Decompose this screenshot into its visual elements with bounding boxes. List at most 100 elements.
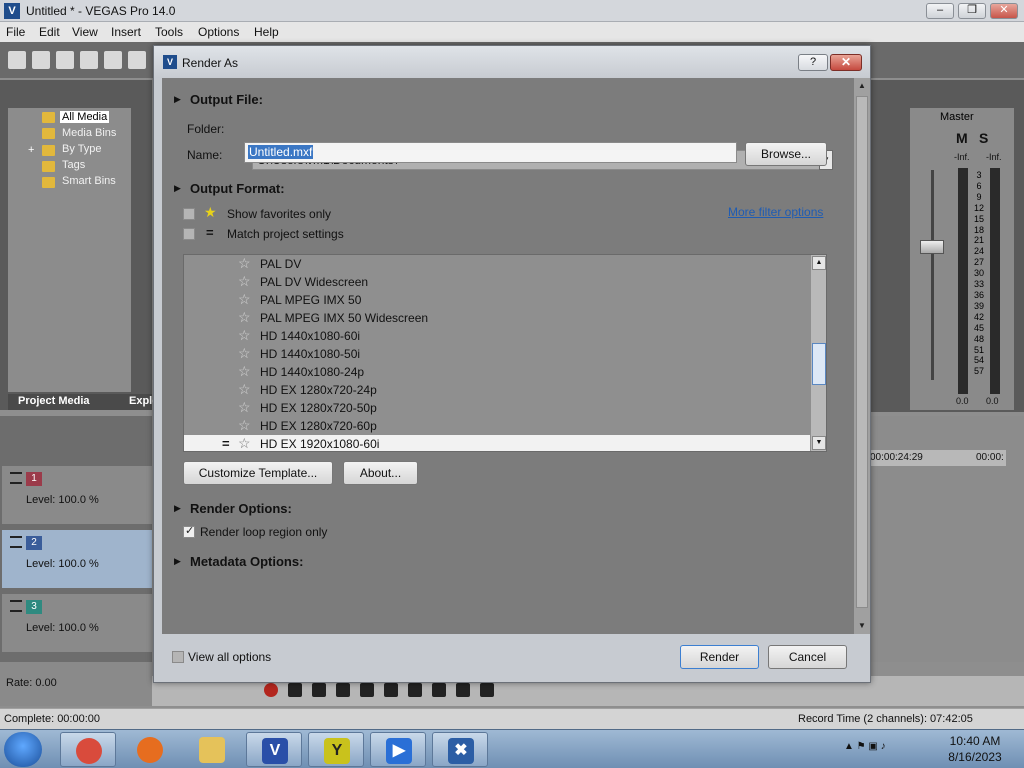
- tree-item-tags[interactable]: Tags: [62, 159, 85, 171]
- minimize-button[interactable]: –: [926, 3, 954, 19]
- menu-help[interactable]: Help: [254, 25, 279, 39]
- tray-icons[interactable]: ▲ ⚑ ▣ ♪: [844, 741, 886, 752]
- match-project-checkbox[interactable]: [183, 228, 195, 240]
- favorite-star-icon[interactable]: ☆: [238, 273, 251, 290]
- collapse-caret-icon[interactable]: ▶: [174, 94, 181, 105]
- tree-item-media-bins[interactable]: Media Bins: [62, 127, 116, 139]
- tree-item-all-media[interactable]: All Media: [60, 111, 110, 123]
- template-row[interactable]: ☆ HD 1440x1080-60i: [184, 327, 810, 345]
- scroll-down-icon[interactable]: ▼: [812, 436, 826, 450]
- cancel-button[interactable]: Cancel: [768, 645, 847, 669]
- master-fader[interactable]: [920, 240, 944, 254]
- template-row[interactable]: ☆ PAL MPEG IMX 50 Widescreen: [184, 309, 810, 327]
- start-button[interactable]: [4, 732, 42, 767]
- mute-button[interactable]: M: [956, 130, 968, 146]
- track-menu-icon[interactable]: [10, 600, 22, 612]
- collapse-caret-icon[interactable]: ▶: [174, 556, 181, 567]
- menu-edit[interactable]: Edit: [39, 25, 60, 39]
- menu-insert[interactable]: Insert: [111, 25, 141, 39]
- template-row[interactable]: ☆ HD 1440x1080-50i: [184, 345, 810, 363]
- customize-template-button[interactable]: Customize Template...: [183, 461, 333, 485]
- taskbar-app-vegas-y[interactable]: Y: [308, 732, 364, 767]
- favorite-star-icon[interactable]: ☆: [238, 417, 251, 434]
- track-header[interactable]: 3 Level: 100.0 %: [2, 594, 152, 652]
- next-frame-icon[interactable]: [432, 683, 446, 697]
- open-icon[interactable]: [32, 51, 50, 69]
- template-row[interactable]: ☆ HD EX 1280x720-60p: [184, 417, 810, 435]
- show-favorites-checkbox[interactable]: [183, 208, 195, 220]
- taskbar-app-explorer[interactable]: [184, 732, 240, 767]
- record-icon[interactable]: [264, 683, 278, 697]
- render-icon[interactable]: [104, 51, 122, 69]
- menu-options[interactable]: Options: [198, 25, 239, 39]
- favorite-star-icon[interactable]: ☆: [238, 435, 251, 451]
- tree-item-smart-bins[interactable]: Smart Bins: [62, 175, 116, 187]
- template-row[interactable]: ☆ PAL DV Widescreen: [184, 273, 810, 291]
- window-close-button[interactable]: ✕: [990, 3, 1018, 19]
- tree-item-by-type[interactable]: By Type: [62, 143, 102, 155]
- scroll-up-icon[interactable]: ▲: [812, 256, 826, 270]
- template-row[interactable]: ☆ PAL DV: [184, 255, 810, 273]
- track-header[interactable]: 2 Level: 100.0 %: [2, 530, 152, 588]
- solo-button[interactable]: S: [979, 130, 988, 146]
- dialog-scroll-thumb[interactable]: [856, 96, 868, 608]
- menu-file[interactable]: File: [6, 25, 25, 39]
- favorite-star-icon[interactable]: ☆: [238, 255, 251, 272]
- loop-icon[interactable]: [288, 683, 302, 697]
- clock-time[interactable]: 10:40 AM: [940, 734, 1010, 748]
- collapse-caret-icon[interactable]: ▶: [174, 503, 181, 514]
- track-menu-icon[interactable]: [10, 536, 22, 548]
- favorite-star-icon[interactable]: ☆: [238, 363, 251, 380]
- favorite-star-icon[interactable]: ☆: [238, 345, 251, 362]
- favorite-star-icon[interactable]: ☆: [238, 309, 251, 326]
- name-field[interactable]: Untitled.mxf: [244, 142, 737, 163]
- template-row[interactable]: ☆ HD EX 1280x720-24p: [184, 381, 810, 399]
- template-list[interactable]: ☆ PAL DV ☆ PAL DV Widescreen ☆ PAL MPEG IMX…: [183, 254, 827, 452]
- about-button[interactable]: About...: [343, 461, 418, 485]
- stop-icon[interactable]: [384, 683, 398, 697]
- taskbar-app-vegas-pro[interactable]: ✖: [432, 732, 488, 767]
- template-row[interactable]: ☆ HD 1440x1080-24p: [184, 363, 810, 381]
- dialog-scrollbar[interactable]: ▲ ▼: [854, 78, 870, 634]
- template-row[interactable]: ☆ HD EX 1280x720-50p: [184, 399, 810, 417]
- menu-tools[interactable]: Tools: [155, 25, 183, 39]
- scroll-up-icon[interactable]: ▲: [854, 78, 870, 94]
- tab-project-media[interactable]: Project Media: [18, 395, 90, 407]
- menu-view[interactable]: View: [72, 25, 98, 39]
- track-header[interactable]: 1 Level: 100.0 %: [2, 466, 152, 524]
- prev-frame-icon[interactable]: [408, 683, 422, 697]
- template-row-selected[interactable]: = ☆ HD EX 1920x1080-60i: [184, 435, 810, 451]
- render-button[interactable]: Render: [680, 645, 759, 669]
- track-menu-icon[interactable]: [10, 472, 22, 484]
- scroll-thumb[interactable]: [812, 343, 826, 385]
- dialog-close-button[interactable]: ✕: [830, 54, 862, 71]
- taskbar-app-chrome[interactable]: [60, 732, 116, 767]
- save-as-icon[interactable]: [80, 51, 98, 69]
- clock-date[interactable]: 8/16/2023: [940, 750, 1010, 764]
- play-icon[interactable]: [336, 683, 350, 697]
- taskbar-app-vegas-suite[interactable]: V: [246, 732, 302, 767]
- more-filter-options-link[interactable]: More filter options: [728, 205, 823, 219]
- play-from-start-icon[interactable]: [312, 683, 326, 697]
- expand-icon[interactable]: +: [28, 144, 34, 156]
- taskbar-app-player[interactable]: ▶: [370, 732, 426, 767]
- favorite-star-icon[interactable]: ☆: [238, 291, 251, 308]
- view-all-options-checkbox[interactable]: [172, 651, 184, 663]
- save-icon[interactable]: [56, 51, 74, 69]
- taskbar-app-firefox[interactable]: [122, 732, 178, 767]
- render-loop-checkbox[interactable]: [183, 524, 195, 538]
- favorite-star-icon[interactable]: ☆: [238, 399, 251, 416]
- pause-icon[interactable]: [360, 683, 374, 697]
- help-button[interactable]: ?: [798, 54, 828, 71]
- maximize-button[interactable]: ❐: [958, 3, 986, 19]
- rewind-icon[interactable]: [456, 683, 470, 697]
- forward-icon[interactable]: [480, 683, 494, 697]
- new-project-icon[interactable]: [8, 51, 26, 69]
- favorite-star-icon[interactable]: ☆: [238, 381, 251, 398]
- favorite-star-icon[interactable]: ☆: [238, 327, 251, 344]
- collapse-caret-icon[interactable]: ▶: [174, 183, 181, 194]
- scroll-down-icon[interactable]: ▼: [854, 618, 870, 634]
- browse-button[interactable]: Browse...: [745, 142, 827, 166]
- gear-icon[interactable]: [128, 51, 146, 69]
- template-row[interactable]: ☆ PAL MPEG IMX 50: [184, 291, 810, 309]
